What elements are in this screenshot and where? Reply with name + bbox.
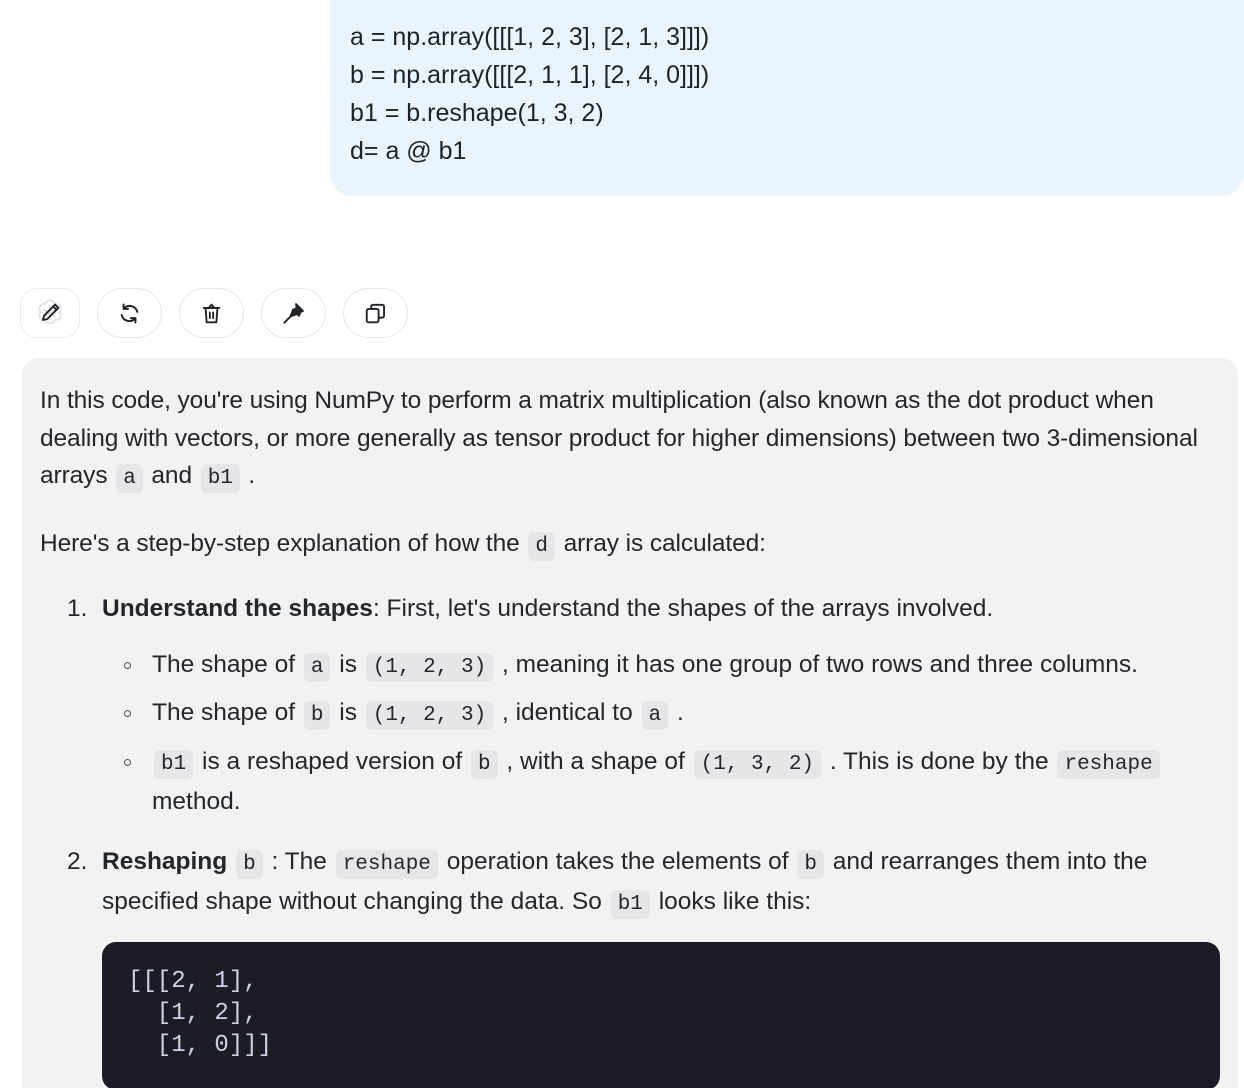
step-1-title: Understand the shapes xyxy=(102,595,373,622)
user-message-bubble: each element in d. a = np.array([[[1, 2,… xyxy=(330,0,1244,196)
inline-code-d: d xyxy=(528,531,555,561)
assistant-answer-card: In this code, you're using NumPy to perf… xyxy=(22,358,1238,1088)
bullet-shape-of-a: The shape of a is (1, 2, 3) , meaning it… xyxy=(124,646,1220,687)
step-2-text-1: : The xyxy=(264,847,334,875)
intro-text-2: and xyxy=(144,462,199,489)
step-2-title: Reshaping xyxy=(102,847,228,875)
user-code-snippet: a = np.array([[[1, 2, 3], [2, 1, 3]]]) b… xyxy=(350,23,710,165)
inline-code-b: b xyxy=(303,701,331,730)
bullet-1-text-1: The shape of xyxy=(152,650,302,678)
step-item-1: Understand the shapes: First, let's unde… xyxy=(67,590,1220,821)
bullet-3-text-3: . This is done by the xyxy=(823,747,1056,775)
bullet-shape-of-b: The shape of b is (1, 2, 3) , identical … xyxy=(124,694,1220,735)
refresh-icon xyxy=(117,301,142,326)
bullet-b1-reshaped: b1 is a reshaped version of b , with a s… xyxy=(124,743,1220,821)
bullet-3-text-1: is a reshaped version of xyxy=(195,747,469,775)
inline-code-shape-132: (1, 3, 2) xyxy=(693,749,822,779)
inline-code-reshape: reshape xyxy=(1057,749,1160,779)
inline-code-b: b xyxy=(797,849,824,879)
inline-code-a: a xyxy=(303,652,331,682)
bullet-2-text-4: . xyxy=(670,699,684,726)
inline-code-shape-123: (1, 2, 3) xyxy=(365,701,494,730)
regenerate-button[interactable] xyxy=(97,288,162,338)
step-2-text-4: looks like this: xyxy=(651,888,812,915)
bullet-1-text-2: is xyxy=(332,650,364,678)
bullet-1-text-3: , meaning it has one group of two rows a… xyxy=(495,650,1138,678)
step-1-text: : First, let's understand the shapes of … xyxy=(372,595,994,622)
step-item-2: Reshaping b : The reshape operation take… xyxy=(67,843,1220,1088)
intro-text-3: . xyxy=(241,462,256,489)
pin-icon xyxy=(281,301,306,326)
b1-output-code-block: [[[2, 1], [1, 2], [1, 0]]] xyxy=(102,941,1220,1088)
inline-code-a: a xyxy=(641,701,669,730)
step-2-text-2: operation takes the elements of xyxy=(439,847,796,875)
pencil-icon xyxy=(38,301,62,325)
inline-code-shape-123: (1, 2, 3) xyxy=(365,652,494,682)
conversation-viewport: each element in d. a = np.array([[[1, 2,… xyxy=(0,0,1244,1088)
trash-icon xyxy=(199,301,224,326)
inline-code-a: a xyxy=(116,464,143,493)
stepintro-text-1: Here's a step-by-step explanation of how… xyxy=(40,529,527,557)
bullet-2-text-2: is xyxy=(332,699,364,726)
bullet-2-text-1: The shape of xyxy=(152,699,302,726)
bullet-3-text-2: , with a shape of xyxy=(499,747,692,775)
inline-code-b1: b1 xyxy=(610,890,650,919)
edit-button[interactable] xyxy=(20,288,80,338)
inline-code-b: b xyxy=(470,749,498,779)
delete-button[interactable] xyxy=(179,288,244,338)
stepintro-text-2: array is calculated: xyxy=(556,529,766,557)
bullet-3-text-4: method. xyxy=(152,788,241,815)
inline-code-b1: b1 xyxy=(200,464,240,493)
copy-icon xyxy=(363,301,388,326)
step-1-bullets: The shape of a is (1, 2, 3) , meaning it… xyxy=(102,646,1220,821)
bullet-2-text-3: , identical to xyxy=(495,699,640,726)
answer-paragraph-intro: In this code, you're using NumPy to perf… xyxy=(40,382,1220,498)
inline-code-reshape: reshape xyxy=(335,849,438,879)
inline-code-b1: b1 xyxy=(154,749,194,779)
pin-button[interactable] xyxy=(261,288,326,338)
inline-code-b: b xyxy=(236,849,263,879)
message-action-toolbar xyxy=(20,288,408,338)
steps-list: Understand the shapes: First, let's unde… xyxy=(40,590,1220,1088)
answer-paragraph-stepintro: Here's a step-by-step explanation of how… xyxy=(40,525,1220,566)
copy-button[interactable] xyxy=(343,288,408,338)
